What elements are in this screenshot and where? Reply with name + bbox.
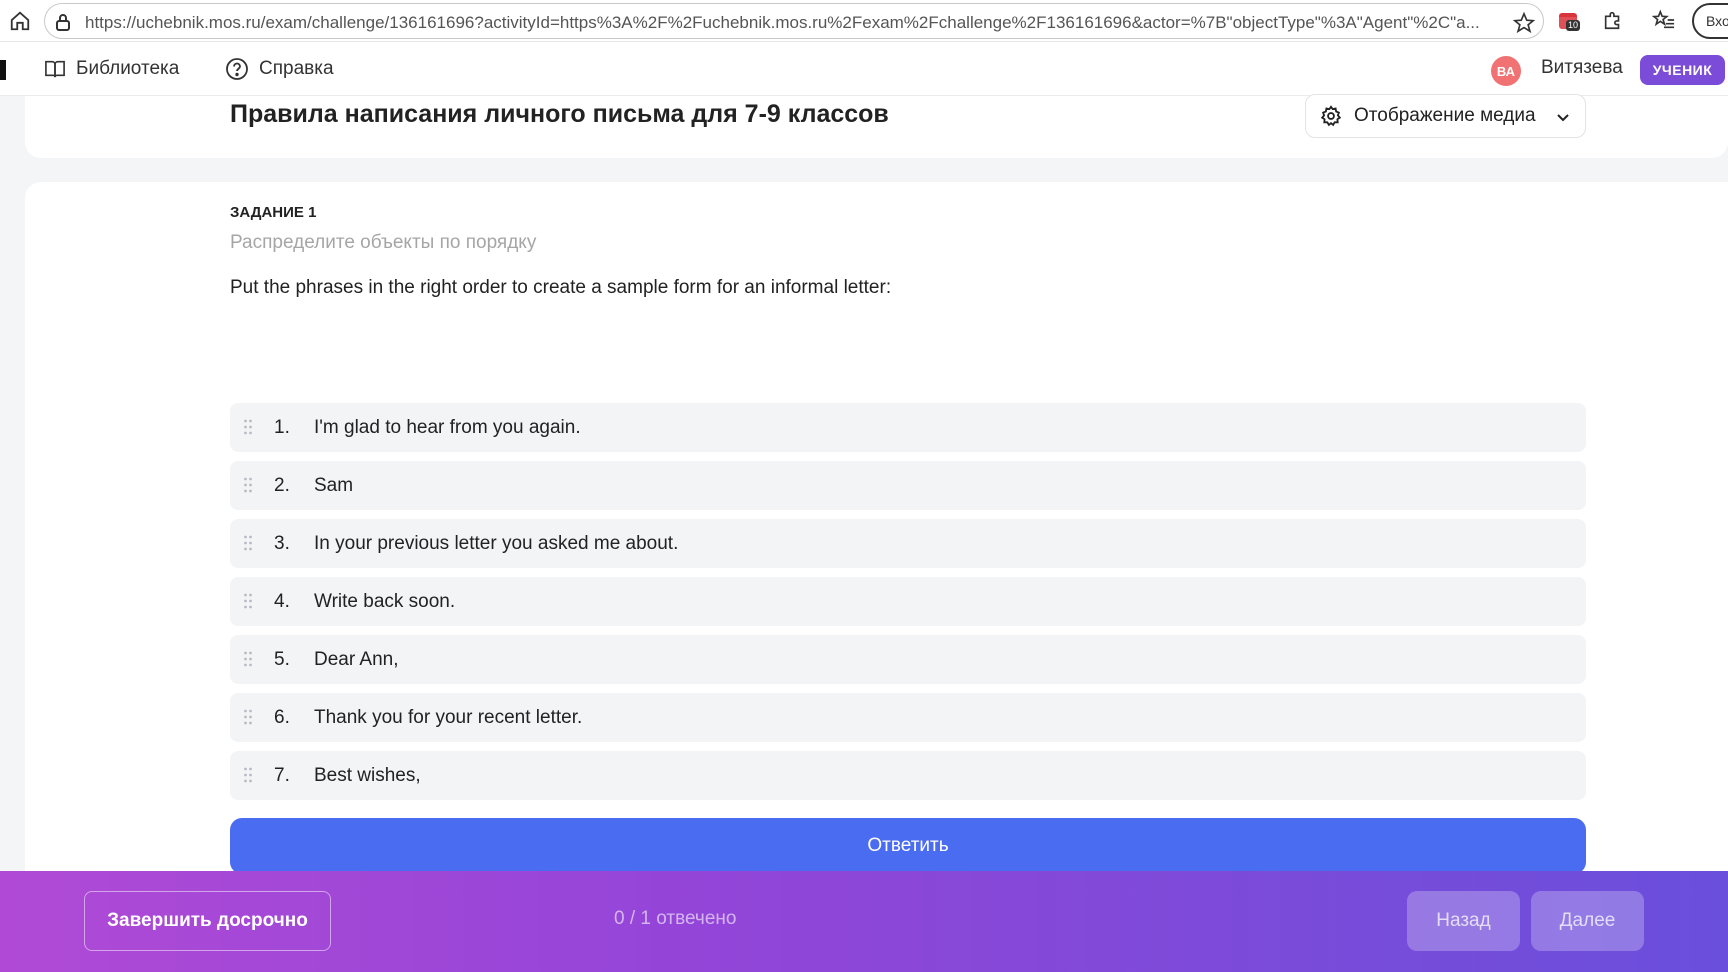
list-item-number: 3. — [274, 532, 290, 554]
list-item-text: Write back soon. — [314, 590, 456, 612]
list-item-number: 1. — [274, 416, 290, 438]
lock-icon[interactable] — [55, 13, 71, 31]
drag-handle-icon[interactable] — [243, 593, 253, 609]
home-button[interactable] — [8, 9, 32, 33]
list-item[interactable]: 1. I'm glad to hear from you again. — [230, 403, 1586, 452]
list-item-number: 6. — [274, 706, 290, 728]
answer-button[interactable]: Ответить — [230, 818, 1586, 874]
task-question: Put the phrases in the right order to cr… — [230, 277, 892, 298]
list-item[interactable]: 5. Dear Ann, — [230, 635, 1586, 684]
list-item-number: 4. — [274, 590, 290, 612]
list-item-text: Thank you for your recent letter. — [314, 706, 583, 728]
list-item-number: 5. — [274, 648, 290, 670]
gear-icon — [1320, 105, 1342, 127]
account-button[interactable]: Вход — [1692, 3, 1728, 39]
answered-progress: 0 / 1 отвечено — [614, 908, 737, 929]
help-circle-icon — [226, 58, 248, 80]
nav-library-label: Библиотека — [76, 58, 180, 79]
drag-handle-icon[interactable] — [243, 419, 253, 435]
puzzle-icon — [1604, 11, 1620, 30]
media-display-label: Отображение медиа — [1354, 105, 1536, 126]
sortable-list: 1. I'm glad to hear from you again. 2. S… — [230, 403, 1586, 809]
drag-handle-icon[interactable] — [243, 651, 253, 667]
list-item-text: Best wishes, — [314, 764, 421, 786]
extensions-button[interactable] — [1602, 9, 1626, 33]
media-display-button[interactable]: Отображение медиа — [1305, 94, 1586, 138]
url-text: https://uchebnik.mos.ru/exam/challenge/1… — [85, 13, 1480, 32]
task-number: ЗАДАНИЕ 1 — [230, 204, 317, 221]
drag-handle-icon[interactable] — [243, 477, 253, 493]
list-item[interactable]: 4. Write back soon. — [230, 577, 1586, 626]
browser-toolbar: https://uchebnik.mos.ru/exam/challenge/1… — [0, 0, 1728, 42]
nav-library[interactable]: Библиотека — [44, 42, 179, 96]
task-hint: Распределите объекты по порядку — [230, 232, 537, 253]
user-name[interactable]: Витязева — [1541, 57, 1623, 79]
chevron-down-icon — [1557, 114, 1569, 122]
list-item[interactable]: 7. Best wishes, — [230, 751, 1586, 800]
extension-badge-count: 10 — [1566, 20, 1581, 31]
favorites-button[interactable] — [1651, 9, 1676, 33]
favorites-list-icon — [1651, 9, 1675, 29]
nav-edge-logo — [0, 60, 6, 80]
drag-handle-icon[interactable] — [243, 767, 253, 783]
list-item-text: Sam — [314, 474, 354, 496]
list-item[interactable]: 2. Sam — [230, 461, 1586, 510]
list-item-text: I'm glad to hear from you again. — [314, 416, 581, 438]
list-item-text: In your previous letter you asked me abo… — [314, 532, 679, 554]
drag-handle-icon[interactable] — [243, 709, 253, 725]
next-button[interactable]: Далее — [1531, 891, 1644, 951]
extension-calendar-button[interactable]: 10 — [1556, 8, 1582, 34]
bottom-action-bar: Завершить досрочно 0 / 1 отвечено Назад … — [0, 871, 1728, 972]
list-item-text: Dear Ann, — [314, 648, 399, 670]
list-item-number: 7. — [274, 764, 290, 786]
list-item-number: 2. — [274, 474, 290, 496]
address-bar[interactable]: https://uchebnik.mos.ru/exam/challenge/1… — [44, 3, 1544, 39]
list-item[interactable]: 3. In your previous letter you asked me … — [230, 519, 1586, 568]
nav-help[interactable]: Справка — [225, 42, 334, 96]
page-title: Правила написания личного письма для 7-9… — [230, 100, 889, 128]
avatar[interactable]: ВА — [1491, 56, 1521, 86]
book-icon — [45, 60, 65, 78]
back-button[interactable]: Назад — [1407, 891, 1520, 951]
drag-handle-icon[interactable] — [243, 535, 253, 551]
nav-help-label: Справка — [259, 58, 334, 79]
bookmark-star-icon[interactable] — [1513, 12, 1535, 34]
home-icon — [10, 11, 30, 31]
role-badge: УЧЕНИК — [1640, 55, 1725, 85]
list-item[interactable]: 6. Thank you for your recent letter. — [230, 693, 1586, 742]
finish-early-button[interactable]: Завершить досрочно — [84, 891, 331, 951]
app-nav-bar: Библиотека Справка ВА Витязева УЧЕНИК — [0, 42, 1728, 96]
